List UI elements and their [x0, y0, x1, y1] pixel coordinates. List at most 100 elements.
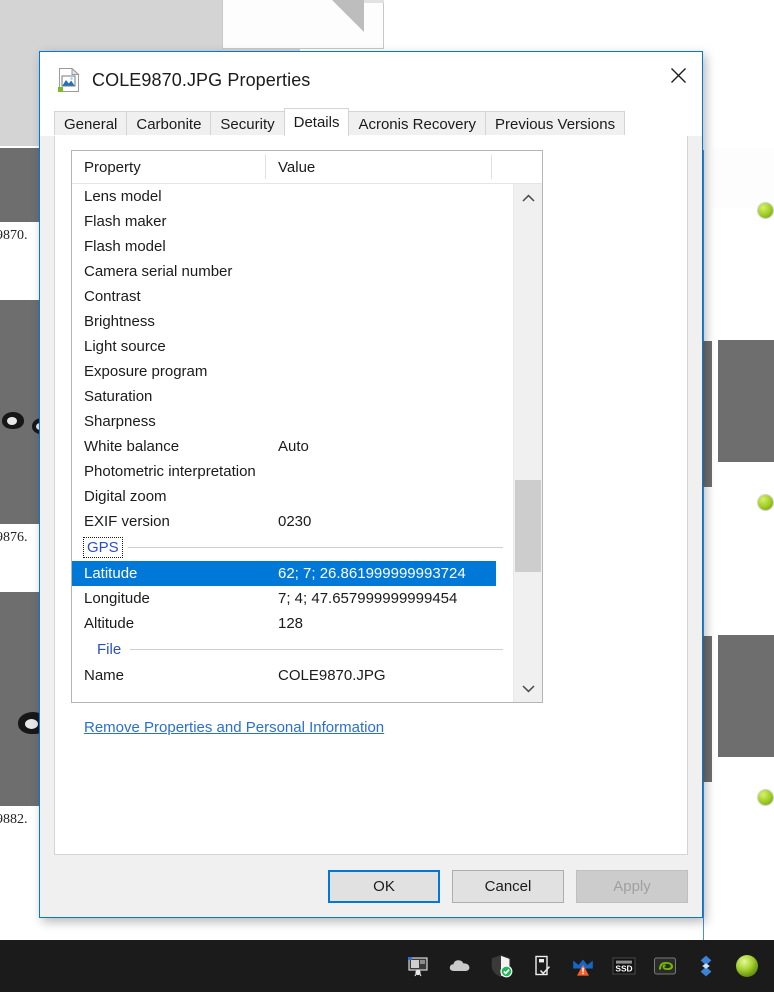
property-name: White balance — [84, 438, 180, 455]
thumbnail-image — [712, 148, 774, 208]
property-name: Photometric interpretation — [84, 463, 256, 480]
table-row[interactable]: Altitude 128 — [72, 611, 513, 636]
dialog-title: COLE9870.JPG Properties — [92, 69, 311, 90]
green-orb-icon[interactable] — [734, 953, 760, 979]
table-row[interactable]: Digital zoom — [72, 484, 513, 509]
listview-header: Property Value — [72, 151, 542, 184]
apply-button: Apply — [576, 869, 688, 903]
screen: 9870. 9876. 9882. — [0, 0, 774, 992]
tab-carbonite[interactable]: Carbonite — [126, 111, 212, 136]
property-name: Flash maker — [84, 213, 167, 230]
property-name: Contrast — [84, 288, 141, 305]
taskbar: SSD — [0, 940, 774, 992]
table-row[interactable]: Contrast — [72, 284, 513, 309]
property-value: COLE9870.JPG — [278, 667, 386, 684]
column-header-value[interactable]: Value — [266, 151, 492, 183]
display-projector-icon[interactable] — [406, 953, 432, 979]
property-name: Lens model — [84, 188, 162, 205]
usb-eject-icon[interactable] — [529, 953, 555, 979]
tab-details[interactable]: Details — [283, 108, 350, 136]
table-row[interactable]: Flash model — [72, 234, 513, 259]
thumbnail-image — [718, 635, 774, 757]
property-name: Longitude — [84, 590, 150, 607]
property-name: Brightness — [84, 313, 155, 330]
svg-text:SSD: SSD — [615, 964, 632, 974]
status-badge — [758, 790, 773, 805]
dialog-titlebar: COLE9870.JPG Properties — [40, 52, 702, 108]
thumbnail-caption: 9870. — [0, 228, 28, 243]
nvidia-icon[interactable] — [652, 953, 678, 979]
tab-strip: General Carbonite Security Details Acron… — [40, 108, 702, 136]
background-document-fold-icon — [330, 0, 364, 32]
section-header-label: File — [97, 641, 122, 658]
property-name: Saturation — [84, 388, 153, 405]
scrollbar-track[interactable] — [514, 212, 542, 674]
table-row[interactable]: Name COLE9870.JPG — [72, 663, 513, 688]
table-row[interactable]: Sharpness — [72, 409, 513, 434]
table-row[interactable]: Flash maker — [72, 209, 513, 234]
column-header-property[interactable]: Property — [72, 151, 266, 183]
tab-acronis-recovery[interactable]: Acronis Recovery — [348, 111, 487, 136]
table-row[interactable]: White balance Auto — [72, 434, 513, 459]
property-name: Sharpness — [84, 413, 156, 430]
table-row[interactable]: Latitude 62; 7; 26.861999999993724 — [72, 561, 496, 586]
property-value: 0230 — [278, 513, 312, 530]
thumbnail-caption: 9876. — [0, 530, 28, 545]
table-row[interactable]: Camera serial number — [72, 259, 513, 284]
chevron-up-icon[interactable] — [514, 184, 542, 212]
property-value: Auto — [278, 438, 309, 455]
chevron-down-icon[interactable] — [514, 674, 542, 702]
property-value: 7; 4; 47.657999999999454 — [278, 590, 458, 607]
malwarebytes-icon[interactable] — [570, 953, 596, 979]
thumbnail-image — [718, 340, 774, 462]
table-row[interactable]: Light source — [72, 334, 513, 359]
property-name: Altitude — [84, 615, 135, 632]
scrollbar-thumb[interactable] — [515, 479, 541, 573]
property-name: Latitude — [84, 565, 138, 582]
listview-rows: Lens model Flash maker Flash model Camera s… — [72, 184, 513, 702]
image-file-icon — [58, 67, 80, 92]
table-row[interactable]: Brightness — [72, 309, 513, 334]
section-header-file[interactable]: File — [72, 636, 513, 663]
dialog-footer: OK Cancel Apply — [40, 855, 702, 917]
property-value: 128 — [278, 615, 304, 632]
property-name: Name — [84, 667, 125, 684]
status-badge — [758, 495, 773, 510]
tab-security[interactable]: Security — [210, 111, 285, 136]
ssd-icon[interactable]: SSD — [611, 953, 637, 979]
property-name: Exposure program — [84, 363, 208, 380]
property-name: EXIF version — [84, 513, 170, 530]
section-divider — [127, 547, 503, 548]
decorative-bird — [2, 412, 24, 429]
explorer-column-divider — [703, 150, 704, 940]
section-header-gps[interactable]: GPS — [72, 534, 513, 561]
listview-scroll-area: Lens model Flash maker Flash model Camera s… — [72, 184, 542, 702]
ok-button[interactable]: OK — [328, 869, 440, 903]
section-divider — [130, 649, 503, 650]
list-item[interactable] — [712, 148, 774, 208]
onedrive-cloud-icon[interactable] — [447, 953, 473, 979]
cancel-button[interactable]: Cancel — [452, 869, 564, 903]
tab-previous-versions[interactable]: Previous Versions — [485, 111, 626, 136]
table-row[interactable]: Saturation — [72, 384, 513, 409]
table-row[interactable]: Exposure program — [72, 359, 513, 384]
property-name: Digital zoom — [84, 488, 167, 505]
tab-general[interactable]: General — [54, 111, 128, 136]
remove-properties-link[interactable]: Remove Properties and Personal Informati… — [84, 719, 384, 736]
table-row[interactable]: Lens model — [72, 184, 513, 209]
property-value: 62; 7; 26.861999999993724 — [278, 565, 466, 582]
windows-defender-shield-icon[interactable] — [488, 953, 514, 979]
close-icon[interactable] — [654, 52, 702, 98]
status-badge — [758, 203, 773, 218]
list-item[interactable] — [718, 340, 774, 488]
table-row[interactable]: Longitude 7; 4; 47.657999999999454 — [72, 586, 513, 611]
details-tab-panel: Property Value Lens model Flash maker Flas… — [54, 136, 688, 855]
property-name: Light source — [84, 338, 166, 355]
property-name: Camera serial number — [84, 263, 233, 280]
list-item[interactable] — [718, 635, 774, 783]
table-row[interactable]: Photometric interpretation — [72, 459, 513, 484]
listview-scrollbar[interactable] — [513, 184, 542, 702]
dropbox-sync-icon[interactable] — [693, 953, 719, 979]
table-row[interactable]: EXIF version 0230 — [72, 509, 513, 534]
property-name: Flash model — [84, 238, 166, 255]
